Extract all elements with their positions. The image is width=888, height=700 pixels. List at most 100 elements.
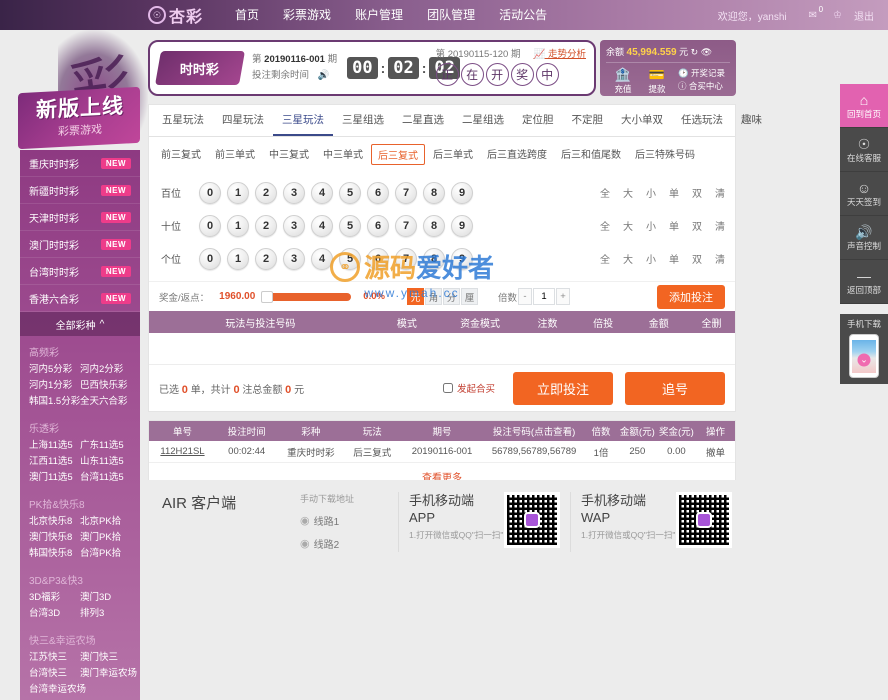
cat-item[interactable]: 台湾3D (29, 606, 80, 622)
cat-item[interactable]: 北京快乐8 (29, 514, 80, 530)
unit-li-button[interactable]: 厘 (460, 288, 478, 305)
multiplier-input[interactable] (532, 288, 555, 305)
multiplier-plus-button[interactable]: + (555, 288, 570, 305)
quick-big[interactable]: 大 (623, 185, 633, 200)
number-ball[interactable]: 6 (367, 247, 389, 270)
number-ball[interactable]: 5 (339, 181, 361, 204)
tab-fun[interactable]: 趣味 (732, 105, 771, 136)
cat-item[interactable]: 排列3 (80, 606, 131, 622)
chase-number-button[interactable]: 追号 (625, 371, 725, 405)
cat-item[interactable]: 澳门幸运农场 (80, 666, 137, 682)
add-bet-button[interactable]: 添加投注 (657, 284, 725, 309)
withdraw-button[interactable]: 💳 提款 (640, 67, 674, 95)
quick-big[interactable]: 大 (623, 218, 633, 233)
quick-odd[interactable]: 单 (669, 218, 679, 233)
sidebar-item-xinjiang[interactable]: 新疆时时彩 NEW (20, 177, 140, 204)
trend-analysis-link[interactable]: 📈 走势分析 (534, 49, 586, 60)
rebate-slider[interactable] (261, 290, 352, 303)
cat-item[interactable]: 韩国快乐8 (29, 546, 80, 562)
subtab-front3-single[interactable]: 前三单式 (209, 144, 261, 165)
cat-item[interactable]: 山东11选5 (80, 454, 131, 470)
coop-checkbox-group[interactable]: 发起合买 (442, 381, 495, 395)
rail-item-home[interactable]: ⌂ 回到首页 (840, 84, 888, 128)
subtab-back3-sum-tail[interactable]: 后三和值尾数 (555, 144, 627, 165)
quick-odd[interactable]: 单 (669, 185, 679, 200)
cat-item[interactable]: 巴西快乐彩 (80, 378, 131, 394)
number-ball[interactable]: 1 (227, 247, 249, 270)
number-ball[interactable]: 2 (255, 214, 277, 237)
cat-item[interactable]: 台湾幸运农场 (29, 682, 86, 698)
cat-item[interactable]: 台湾11选5 (80, 470, 131, 486)
speaker-icon[interactable]: 🔊 (318, 68, 330, 84)
number-ball[interactable]: 0 (199, 214, 221, 237)
number-ball[interactable]: 5 (339, 247, 361, 270)
quick-clear[interactable]: 清 (715, 185, 725, 200)
quick-clear[interactable]: 清 (715, 251, 725, 266)
nav-item-announcements[interactable]: 活动公告 (487, 0, 559, 30)
quick-odd[interactable]: 单 (669, 251, 679, 266)
unit-fen-button[interactable]: 分 (442, 288, 460, 305)
cat-item[interactable]: 江西11选5 (29, 454, 80, 470)
quick-small[interactable]: 小 (646, 218, 656, 233)
submit-bet-button[interactable]: 立即投注 (513, 371, 613, 405)
subtab-back3-special[interactable]: 后三特殊号码 (629, 144, 701, 165)
number-ball[interactable]: 4 (311, 214, 333, 237)
nav-item-home[interactable]: 首页 (223, 0, 271, 30)
cat-item[interactable]: 澳门11选5 (29, 470, 80, 486)
unit-jiao-button[interactable]: 角 (424, 288, 442, 305)
quick-all[interactable]: 全 (600, 185, 610, 200)
eye-hide-icon[interactable]: 👁 (701, 47, 712, 57)
subtab-back3-single[interactable]: 后三单式 (427, 144, 479, 165)
cat-item[interactable]: 全天六合彩 (80, 394, 131, 410)
tab-3star-group[interactable]: 三星组选 (333, 105, 393, 136)
rail-item-back-to-top[interactable]: — 返回顶部 (840, 260, 888, 304)
tab-3star[interactable]: 三星玩法 (273, 105, 333, 136)
download-line-1[interactable]: ◉ 线路1 (300, 513, 388, 528)
cat-item[interactable]: 澳门PK拾 (80, 530, 131, 546)
vip-shirt-icon[interactable]: ♔ (833, 10, 842, 21)
unit-yuan-button[interactable]: 元 (406, 288, 424, 305)
site-logo[interactable]: ☉ 杏彩 (148, 3, 203, 27)
number-ball[interactable]: 8 (423, 214, 445, 237)
cancel-bet-button[interactable]: 撤单 (696, 445, 735, 459)
cat-item[interactable]: 韩国1.5分彩 (29, 394, 80, 410)
number-ball[interactable]: 2 (255, 181, 277, 204)
subtab-front3-multi[interactable]: 前三复式 (155, 144, 207, 165)
quick-clear[interactable]: 清 (715, 218, 725, 233)
slider-knob[interactable] (261, 290, 274, 303)
rail-mobile-download[interactable]: 手机下载 ⌄ (840, 314, 888, 384)
rail-item-support[interactable]: ☉ 在线客服 (840, 128, 888, 172)
number-ball[interactable]: 5 (339, 214, 361, 237)
number-ball[interactable]: 1 (227, 181, 249, 204)
cat-item[interactable]: 澳门3D (80, 590, 131, 606)
quick-small[interactable]: 小 (646, 251, 656, 266)
quick-big[interactable]: 大 (623, 251, 633, 266)
number-ball[interactable]: 4 (311, 181, 333, 204)
number-ball[interactable]: 9 (451, 214, 473, 237)
number-ball[interactable]: 3 (283, 181, 305, 204)
number-ball[interactable]: 7 (395, 247, 417, 270)
subtab-back3-span[interactable]: 后三直选跨度 (481, 144, 553, 165)
rail-item-sound[interactable]: 🔊 声音控制 (840, 216, 888, 260)
mail-icon[interactable]: ✉ 0 (809, 5, 823, 21)
number-ball[interactable]: 8 (423, 247, 445, 270)
refresh-icon[interactable]: ↻ (691, 47, 699, 57)
number-ball[interactable]: 0 (199, 247, 221, 270)
number-ball[interactable]: 3 (283, 247, 305, 270)
number-ball[interactable]: 9 (451, 247, 473, 270)
cell-bet-numbers[interactable]: 56789,56789,56789 (484, 446, 584, 457)
subtab-back3-multi[interactable]: 后三复式 (371, 144, 425, 165)
cat-item[interactable]: 河内1分彩 (29, 378, 80, 394)
tab-2star-group[interactable]: 二星组选 (453, 105, 513, 136)
number-ball[interactable]: 8 (423, 181, 445, 204)
quick-even[interactable]: 双 (692, 185, 702, 200)
quick-small[interactable]: 小 (646, 185, 656, 200)
number-ball[interactable]: 7 (395, 181, 417, 204)
number-ball[interactable]: 6 (367, 181, 389, 204)
cat-item[interactable]: 广东11选5 (80, 438, 131, 454)
cat-item[interactable]: 上海11选5 (29, 438, 80, 454)
recharge-button[interactable]: 🏦 充值 (606, 67, 640, 95)
quick-even[interactable]: 双 (692, 218, 702, 233)
all-lotteries-toggle[interactable]: 全部彩种 ^ (20, 312, 140, 336)
cat-item[interactable]: 河内5分彩 (29, 362, 80, 378)
